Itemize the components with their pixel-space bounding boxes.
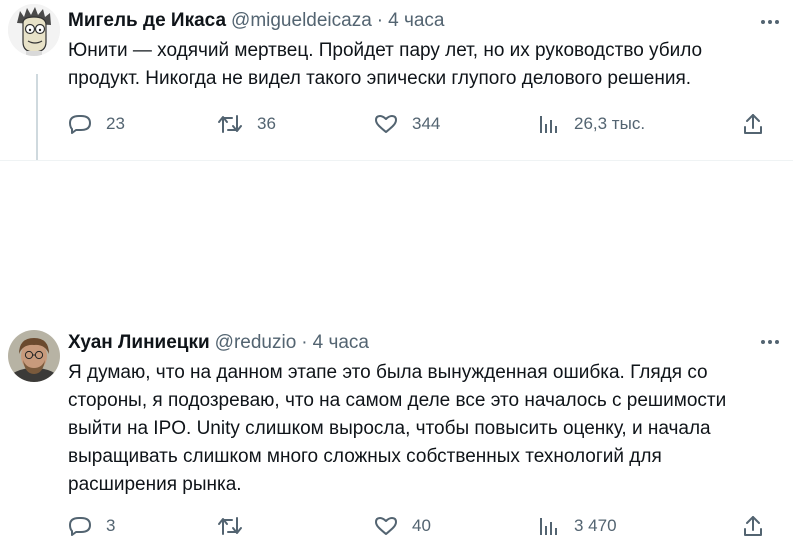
- more-icon[interactable]: [761, 20, 779, 24]
- view-count: 26,3 тыс.: [574, 114, 646, 133]
- tweet-header: Мигель де Икаса @migueldeicaza · 4 часа: [68, 8, 749, 34]
- like-button[interactable]: 40: [374, 513, 431, 539]
- author-handle[interactable]: @reduzio: [215, 330, 297, 356]
- share-icon: [744, 516, 762, 536]
- author-name[interactable]: Мигель де Икаса: [68, 8, 226, 34]
- action-bar: 23 36 344 26,3 тыс.: [68, 111, 768, 137]
- share-button[interactable]: [742, 111, 764, 137]
- like-icon: [375, 115, 397, 133]
- author-name[interactable]: Хуан Линиецки: [68, 330, 210, 356]
- like-button[interactable]: 344: [374, 111, 440, 137]
- like-count: 344: [412, 114, 441, 133]
- retweet-button[interactable]: 36: [217, 111, 276, 137]
- author-handle[interactable]: @migueldeicaza: [231, 8, 372, 34]
- separator: ·: [301, 332, 308, 353]
- tweet-text: Юнити — ходячий мертвец. Пройдет пару ле…: [68, 40, 703, 89]
- timestamp[interactable]: 4 часа: [388, 8, 444, 34]
- tweet-text: Я думаю, что на данном этапе это была вы…: [68, 362, 727, 495]
- reply-icon: [69, 115, 91, 134]
- views-icon: [540, 116, 557, 133]
- share-button[interactable]: [742, 513, 764, 539]
- timestamp[interactable]: 4 часа: [313, 330, 369, 356]
- reply-button[interactable]: 23: [68, 111, 125, 137]
- action-bar: 3 40 3 470: [68, 513, 768, 539]
- share-icon: [744, 114, 762, 134]
- reply-count: 3: [106, 516, 116, 535]
- reply-icon: [69, 517, 91, 536]
- separator: ·: [376, 10, 384, 31]
- retweet-count: 36: [257, 114, 276, 133]
- retweet-icon: [218, 115, 242, 133]
- tweet-header: Хуан Линиецки @reduzio · 4 часа: [68, 330, 749, 356]
- thread-line: [36, 74, 38, 160]
- tweet-content: Хуан Линиецки @reduzio · 4 часа Я думаю,…: [68, 330, 749, 499]
- views-button[interactable]: 3 470: [538, 513, 617, 539]
- retweet-button[interactable]: [217, 513, 257, 539]
- views-button[interactable]: 26,3 тыс.: [538, 111, 645, 137]
- avatar[interactable]: [8, 4, 60, 56]
- like-count: 40: [412, 516, 431, 535]
- reply-button[interactable]: 3: [68, 513, 115, 539]
- tweet[interactable]: Мигель де Икаса @migueldeicaza · 4 часа …: [0, 0, 793, 160]
- more-icon[interactable]: [761, 340, 779, 344]
- tweet-content: Мигель де Икаса @migueldeicaza · 4 часа …: [68, 8, 749, 93]
- tweet[interactable]: Хуан Линиецки @reduzio · 4 часа Я думаю,…: [0, 160, 793, 536]
- views-icon: [540, 518, 557, 535]
- reply-count: 23: [106, 114, 125, 133]
- retweet-icon: [218, 517, 242, 535]
- like-icon: [375, 517, 397, 535]
- avatar[interactable]: [8, 330, 60, 382]
- view-count: 3 470: [574, 516, 617, 535]
